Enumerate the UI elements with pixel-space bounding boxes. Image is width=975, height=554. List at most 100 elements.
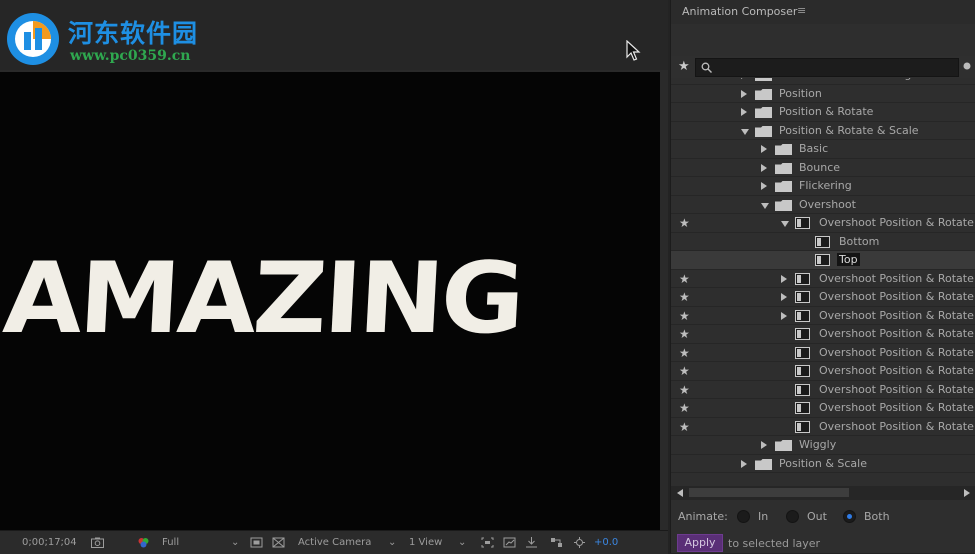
scroll-right-arrow-icon[interactable] [964,489,970,497]
camera-chevron-icon[interactable]: ⌄ [388,537,396,548]
preset-icon [815,254,830,266]
search-input[interactable] [695,58,959,77]
favorite-star-icon[interactable]: ★ [679,327,690,341]
preset-icon [795,291,810,303]
snapshot-camera-icon[interactable] [91,537,104,548]
tree-item-label: Position [779,86,822,100]
tree-item-label: Position & Rotate & Scale [779,123,919,137]
expand-down-icon[interactable] [761,202,769,209]
tree-preset-row[interactable]: Top [671,251,975,270]
view-layout-select[interactable]: 1 View [409,537,442,548]
region-of-interest-icon[interactable] [250,537,263,548]
folder-icon [775,162,792,174]
preset-icon [795,402,810,414]
animate-out-label[interactable]: Out [807,510,827,523]
favorite-star-icon[interactable]: ★ [679,290,690,304]
panel-header: Animation Composer ≡ [671,0,975,24]
animate-label: Animate: [678,510,728,523]
expand-right-icon[interactable] [761,441,767,449]
panel-menu-icon[interactable]: ≡ [797,4,806,17]
expand-right-icon[interactable] [781,311,787,320]
tree-preset-row[interactable]: ★ Overshoot Position & Rotate [671,270,975,288]
tree-folder-row[interactable]: Bounce [671,159,975,177]
toggle-pixel-aspect-icon[interactable] [481,537,494,548]
expand-right-icon[interactable] [741,78,747,79]
animate-both-label[interactable]: Both [864,510,890,523]
color-channels-icon[interactable] [137,537,150,548]
tree-folder-row[interactable]: Flickering [671,177,975,196]
animate-in-label[interactable]: In [758,510,768,523]
expand-right-icon[interactable] [761,145,767,153]
favorite-star-icon[interactable]: ★ [679,346,690,360]
tree-item-label: Wiggly [799,438,837,451]
favorite-star-icon[interactable]: ★ [679,401,690,415]
watermark-logo-icon [7,13,59,65]
favorite-star-icon[interactable]: ★ [679,272,690,286]
favorite-star-icon[interactable]: ★ [679,420,690,434]
tree-folder-row[interactable]: Basic [671,140,975,159]
search-row: ★ [671,56,975,78]
tree-folder-row[interactable]: Overshoot [671,196,975,214]
preset-icon [795,217,810,229]
expand-right-icon[interactable] [741,89,747,98]
tree-folder-row[interactable]: Position & Rotate & Scale [671,122,975,140]
animate-out-radio[interactable] [786,510,799,523]
tree-folder-row[interactable]: Position & Scale [671,455,975,473]
folder-icon [755,125,772,137]
transparency-grid-icon[interactable] [272,537,285,548]
favorite-star-icon[interactable]: ★ [679,216,690,230]
tree-preset-row[interactable]: ★ Overshoot Position & Rotate [671,344,975,362]
scroll-left-arrow-icon[interactable] [677,489,683,497]
expand-right-icon[interactable] [741,459,747,468]
tree-horizontal-scrollbar[interactable] [671,486,975,500]
fast-previews-icon[interactable] [503,537,516,548]
expand-right-icon[interactable] [741,108,747,116]
folder-icon [775,181,792,192]
expand-down-icon[interactable] [741,128,749,135]
viewer-text-layer[interactable]: AMAZING [0,242,524,356]
tree-folder-row[interactable]: Position [671,85,975,103]
expand-right-icon[interactable] [781,293,787,301]
expand-right-icon[interactable] [761,182,767,190]
reset-exposure-icon[interactable] [573,537,586,548]
favorite-star-icon[interactable]: ★ [679,364,690,378]
flowchart-icon[interactable] [550,537,563,548]
tree-preset-row[interactable]: ★ Overshoot Position & Rotate [671,325,975,344]
composition-panel: 河东软件园 www.pc0359.cn AMAZING 0;00;17;04 F… [0,0,668,554]
tree-item-label: Top [837,253,860,266]
timeline-icon[interactable] [525,537,538,548]
favorites-filter-star-icon[interactable]: ★ [678,59,690,74]
tree-preset-row[interactable]: ★ Overshoot Position & Rotate [671,288,975,307]
tree-preset-row[interactable]: ★ Overshoot Position & Rotate [671,381,975,399]
animate-both-radio[interactable] [843,510,856,523]
tree-preset-row[interactable]: Bottom [671,233,975,251]
tree-folder-row[interactable]: Position & Rotate [671,103,975,122]
resolution-chevron-icon[interactable]: ⌄ [231,537,239,548]
resolution-select[interactable]: Full [162,537,179,548]
composition-viewer[interactable]: AMAZING [0,72,660,530]
view-chevron-icon[interactable]: ⌄ [458,537,466,548]
tree-preset-row[interactable]: ★ Overshoot Position & Rotate [671,418,975,436]
tree-preset-row[interactable]: ★ Overshoot Position & Rotate [671,214,975,233]
expand-right-icon[interactable] [761,163,767,172]
apply-button[interactable]: Apply [677,534,723,552]
apply-hint: to selected layer [728,537,821,550]
tree-folder-row[interactable]: Wiggly [671,436,975,455]
tree-item-label: Overshoot Position & Rotate [819,290,974,303]
animate-in-radio[interactable] [737,510,750,523]
favorite-star-icon[interactable]: ★ [679,309,690,323]
expand-down-icon[interactable] [781,221,789,227]
tree-preset-row[interactable]: ★ Overshoot Position & Rotate [671,399,975,418]
favorite-star-icon[interactable]: ★ [679,383,690,397]
search-clear-icon[interactable] [963,60,973,72]
apply-row: Apply to selected layer [671,533,975,553]
preset-tree[interactable]: Fade & Scale & Tracking Position Position … [671,78,975,484]
exposure-value[interactable]: +0.0 [594,537,618,548]
timecode[interactable]: 0;00;17;04 [22,537,77,548]
preset-icon [795,365,810,377]
camera-select[interactable]: Active Camera [298,537,371,548]
tree-preset-row[interactable]: ★ Overshoot Position & Rotate [671,362,975,381]
expand-right-icon[interactable] [781,274,787,283]
scrollbar-thumb[interactable] [689,488,849,497]
tree-preset-row[interactable]: ★ Overshoot Position & Rotate [671,307,975,325]
